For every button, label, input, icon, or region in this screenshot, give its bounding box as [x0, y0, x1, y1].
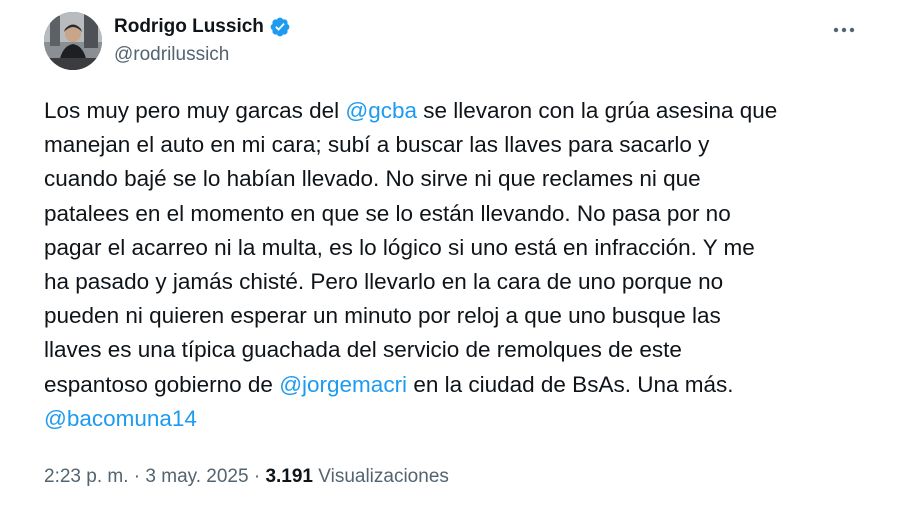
tweet-text-line: pueden ni quieren esperar un minuto por … [44, 299, 874, 333]
meta-separator: · [248, 466, 266, 487]
mention-link[interactable]: @bacomuna14 [44, 406, 197, 431]
tweet-text-line: ha pasado y jamás chisté. Pero llevarlo … [44, 265, 874, 299]
avatar[interactable] [44, 12, 102, 70]
tweet-text-segment: manejan el auto en mi cara; subí a busca… [44, 132, 710, 158]
display-name[interactable]: Rodrigo Lussich [114, 16, 264, 38]
avatar-image [44, 12, 102, 70]
tweet-header: Rodrigo Lussich @rodrilussich [44, 12, 870, 72]
views-count: 3.191 [265, 466, 313, 487]
tweet-date[interactable]: 3 may. 2025 [145, 466, 248, 487]
tweet-text-line: pagar el acarreo ni la multa, es lo lógi… [44, 231, 874, 265]
author-info: Rodrigo Lussich @rodrilussich [114, 14, 291, 66]
more-options-button[interactable] [828, 18, 860, 42]
verified-badge-icon[interactable] [269, 16, 291, 38]
mention-link[interactable]: @gcba [345, 98, 417, 123]
tweet-text-segment: en la ciudad de BsAs. Una más. [407, 371, 734, 397]
tweet-text-line: Los muy pero muy garcas del @gcba se lle… [44, 94, 874, 128]
mention-link[interactable]: @jorgemacri [279, 372, 407, 397]
tweet-text-segment: llaves es una típica guachada del servic… [44, 337, 682, 363]
tweet-text-line: @bacomuna14 [44, 402, 874, 436]
tweet-time[interactable]: 2:23 p. m. [44, 466, 129, 487]
display-name-row: Rodrigo Lussich [114, 14, 291, 40]
tweet-text-segment: pueden ni quieren esperar un minuto por … [44, 303, 721, 329]
tweet-text-line: patalees en el momento en que se lo está… [44, 197, 874, 231]
tweet-text-segment: se llevaron con la grúa asesina que [417, 98, 778, 123]
tweet-text-segment: pagar el acarreo ni la multa, es lo lógi… [44, 234, 755, 260]
tweet-text-line: cuando bajé se lo habían llevado. No sir… [44, 162, 874, 196]
tweet-text-segment: cuando bajé se lo habían llevado. No sir… [44, 166, 701, 192]
meta-separator: · [128, 466, 146, 487]
views-label: Visualizaciones [318, 466, 449, 487]
more-horizontal-icon [833, 27, 855, 33]
tweet-text-line: manejan el auto en mi cara; subí a busca… [44, 128, 874, 162]
tweet-text-line: espantoso gobierno de @jorgemacri en la … [44, 368, 874, 402]
tweet-metadata: 2:23 p. m. · 3 may. 2025 · 3.191 Visuali… [44, 466, 449, 488]
author-handle[interactable]: @rodrilussich [114, 44, 291, 66]
tweet-text-line: llaves es una típica guachada del servic… [44, 333, 874, 367]
tweet-text-segment: ha pasado y jamás chisté. Pero llevarlo … [44, 269, 724, 295]
tweet-text-segment: patalees en el momento en que se lo está… [44, 200, 731, 226]
tweet-text: Los muy pero muy garcas del @gcba se lle… [44, 94, 874, 436]
tweet-text-segment: Los muy pero muy garcas del [44, 98, 346, 123]
tweet-text-segment: espantoso gobierno de [44, 371, 280, 397]
